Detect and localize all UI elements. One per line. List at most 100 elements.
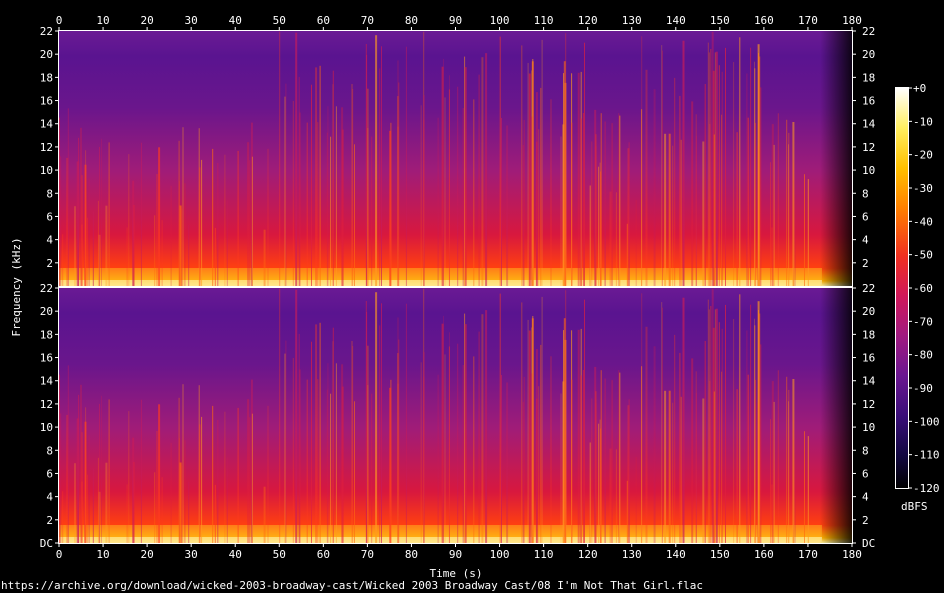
spectral-streak xyxy=(794,472,796,543)
fade-out-top xyxy=(820,31,852,286)
spectral-streak xyxy=(420,105,422,286)
y-tick-label-left: 22 xyxy=(40,25,53,38)
spectral-streak xyxy=(351,341,353,543)
spectral-streak xyxy=(481,57,484,287)
x-tick-label-bottom: 100 xyxy=(490,548,510,561)
spectral-streak xyxy=(299,112,301,286)
spectral-streak xyxy=(721,328,723,543)
colorbar: +0 -10 -20 -30 -40 -50 -60 -70 -80 -90 -100 -110 -12… xyxy=(895,82,940,513)
spectral-streak xyxy=(786,119,788,286)
spectral-streak xyxy=(528,73,531,286)
spectral-streak xyxy=(87,217,88,286)
spectral-streak xyxy=(156,174,158,286)
spectral-streak xyxy=(105,205,108,286)
spectral-streak xyxy=(645,326,648,543)
colorbar-tick-label: -40 xyxy=(913,215,933,228)
fade-out-bottom xyxy=(820,288,852,543)
spectral-streak xyxy=(354,144,355,286)
spectral-streak xyxy=(773,401,775,543)
spectral-streak xyxy=(457,343,459,543)
spectral-streak xyxy=(672,402,674,543)
spectral-streak xyxy=(311,84,312,286)
spectrogram-panel-bottom xyxy=(59,288,852,543)
spectral-streak xyxy=(501,118,502,286)
y-tick-label-left: 6 xyxy=(46,210,53,223)
spectral-streak xyxy=(437,117,439,286)
x-tick-label-top: 10 xyxy=(96,14,109,27)
spectral-streak xyxy=(756,402,758,543)
spectral-streak xyxy=(759,56,761,286)
spectral-streak xyxy=(691,101,694,287)
spectral-streak xyxy=(405,303,407,543)
spectral-streak xyxy=(251,413,253,543)
y-tick-label-left: 16 xyxy=(40,352,53,365)
spectral-streak xyxy=(178,397,180,543)
spectral-streak xyxy=(565,290,567,543)
spectral-streak xyxy=(653,346,656,543)
spectral-streak xyxy=(577,329,580,543)
spectral-streak xyxy=(756,145,758,286)
spectral-streak xyxy=(618,370,620,543)
spectral-streak xyxy=(604,121,606,286)
spectral-streak xyxy=(330,393,332,543)
y-tick-label-left: 14 xyxy=(40,118,54,131)
spectral-streak xyxy=(375,35,378,287)
spectrogram-panel-top xyxy=(59,31,852,287)
spectral-streak xyxy=(527,62,529,287)
panel-divider xyxy=(59,286,852,288)
spectral-streak xyxy=(584,42,585,287)
spectral-streak xyxy=(538,386,540,543)
spectral-streak xyxy=(604,378,606,543)
spectral-streak xyxy=(389,387,392,543)
spectral-streak xyxy=(718,322,720,543)
spectral-streak xyxy=(457,86,459,286)
spectral-streak xyxy=(506,382,509,543)
spectral-streak xyxy=(714,309,716,543)
spectral-streak xyxy=(760,344,762,543)
spectral-streak xyxy=(788,144,789,286)
spectral-streak xyxy=(771,227,773,286)
spectral-streak xyxy=(704,341,706,543)
spectral-streak xyxy=(326,389,328,543)
spectral-streak xyxy=(739,37,741,286)
spectral-streak xyxy=(708,309,710,543)
y-tick-label-left: 20 xyxy=(40,48,53,61)
x-tick-label-top: 170 xyxy=(798,14,818,27)
spectral-streak xyxy=(600,113,602,286)
y-tick-label-right: 18 xyxy=(862,71,875,84)
spectral-streak xyxy=(76,418,79,543)
spectral-streak xyxy=(538,129,540,286)
x-tick-label-bottom: 150 xyxy=(710,548,730,561)
spectral-streak xyxy=(249,417,251,543)
spectral-streak xyxy=(87,474,88,543)
spectral-streak xyxy=(97,200,99,286)
spectral-streak xyxy=(92,468,94,543)
spectral-streak xyxy=(217,163,219,286)
spectral-streak xyxy=(133,205,135,286)
colorbar-tick-label: -80 xyxy=(913,349,933,362)
spectral-streak xyxy=(330,136,332,286)
spectral-streak xyxy=(279,288,281,543)
spectral-streak xyxy=(249,160,251,286)
x-tick-label-top: 60 xyxy=(317,14,330,27)
spectral-streak xyxy=(736,132,738,286)
spectral-streak xyxy=(668,390,671,543)
x-tick-label-bottom: 40 xyxy=(229,548,242,561)
spectral-streak xyxy=(154,215,156,286)
spectral-streak xyxy=(284,353,286,543)
spectral-streak xyxy=(598,423,600,543)
spectral-streak xyxy=(247,399,250,543)
spectral-streak xyxy=(126,484,128,543)
spectral-streak xyxy=(527,319,529,543)
spectral-streak xyxy=(184,440,186,543)
spectral-streak xyxy=(397,60,399,287)
spectral-streak xyxy=(747,117,749,286)
spectral-streak xyxy=(76,161,79,286)
spectrogram-area-top xyxy=(59,31,852,286)
spectral-streak xyxy=(367,88,369,286)
spectral-streak xyxy=(619,372,621,543)
x-tick-label-bottom: 30 xyxy=(185,548,198,561)
spectral-streak xyxy=(691,358,694,543)
spectral-streak xyxy=(60,156,62,286)
colorbar-gradient xyxy=(896,88,908,488)
